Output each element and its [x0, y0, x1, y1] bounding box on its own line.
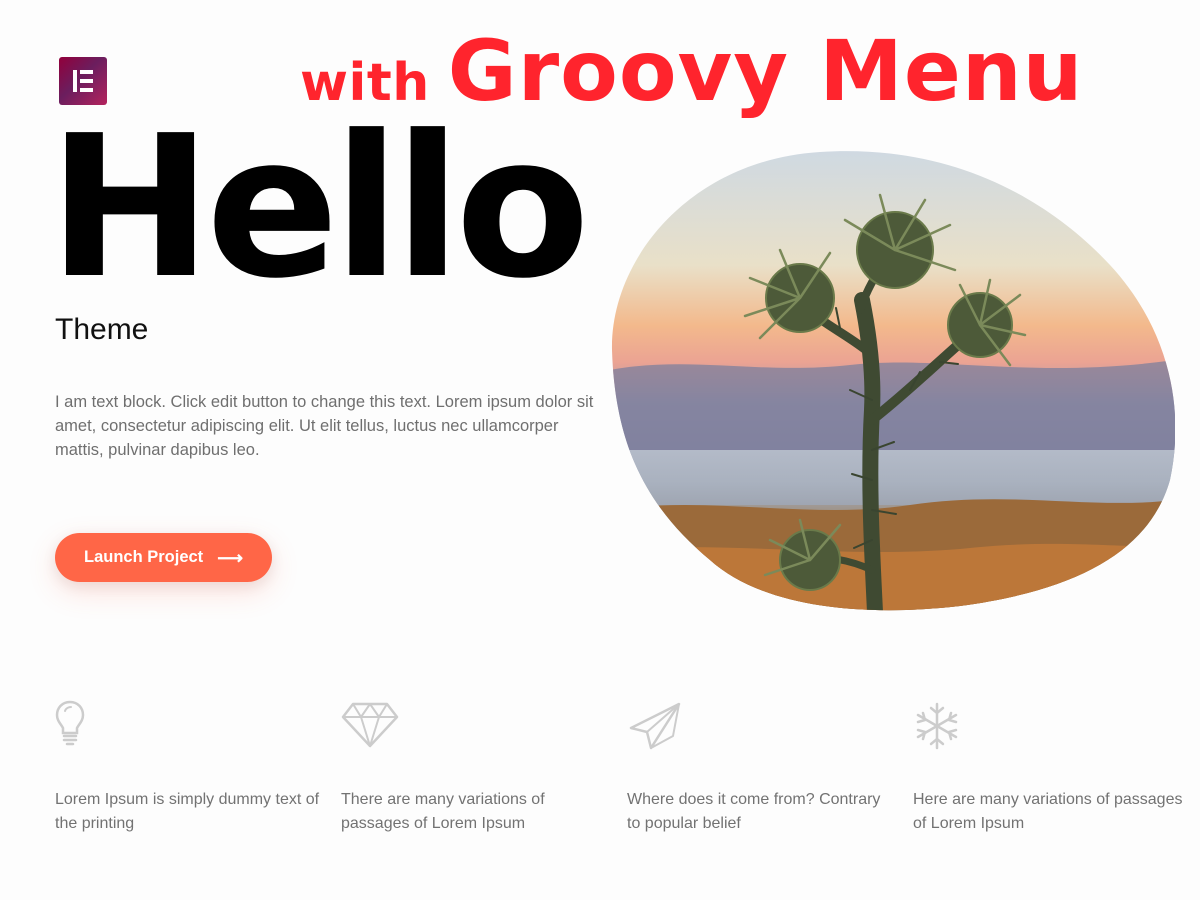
arrow-right-icon: ⟶: [217, 547, 243, 568]
launch-project-button[interactable]: Launch Project ⟶: [55, 533, 272, 582]
hero-subtitle: Theme: [55, 313, 149, 346]
feature-item: Here are many variations of passages of …: [913, 700, 1183, 836]
launch-project-label: Launch Project: [83, 548, 204, 566]
lightbulb-icon: [55, 700, 325, 760]
paper-plane-icon: [627, 700, 897, 760]
hero-image: [611, 151, 1175, 611]
hero-text-block: I am text block. Click edit button to ch…: [55, 393, 594, 459]
features-section: Lorem Ipsum is simply dummy text of the …: [0, 700, 1200, 860]
feature-item: Where does it come from? Contrary to pop…: [627, 700, 897, 836]
hero-title: Hello: [48, 94, 590, 322]
feature-item: There are many variations of passages of…: [341, 700, 611, 836]
feature-text: There are many variations of passages of…: [341, 791, 545, 832]
snowflake-icon: [913, 700, 1183, 760]
feature-text: Here are many variations of passages of …: [913, 791, 1183, 832]
feature-text: Lorem Ipsum is simply dummy text of the …: [55, 791, 320, 832]
diamond-icon: [341, 700, 611, 760]
feature-item: Lorem Ipsum is simply dummy text of the …: [55, 700, 325, 836]
feature-text: Where does it come from? Contrary to pop…: [627, 791, 881, 832]
